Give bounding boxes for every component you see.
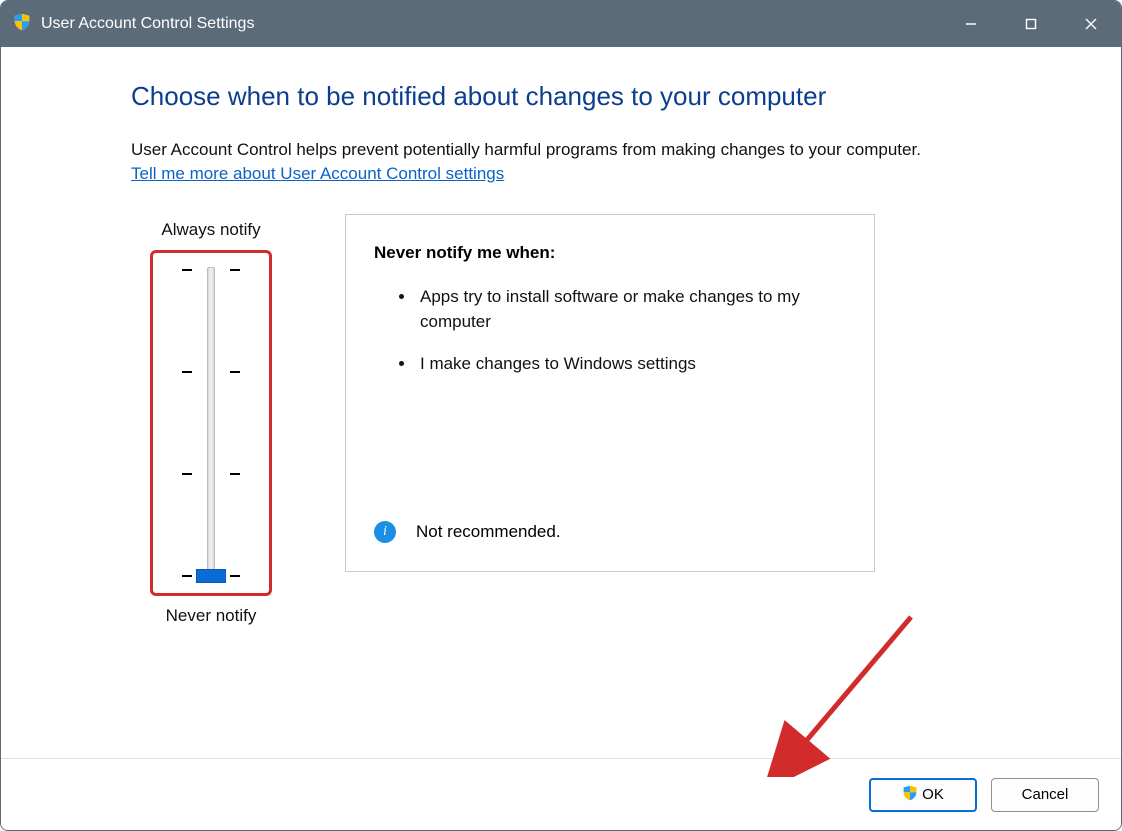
help-link[interactable]: Tell me more about User Account Control … (131, 164, 504, 184)
slider-tick (186, 269, 236, 271)
slider-track-line (207, 267, 215, 579)
recommendation-text: Not recommended. (416, 522, 561, 542)
notification-slider-column: Always notify Never notify (131, 214, 291, 636)
cancel-button-label: Cancel (1022, 786, 1069, 803)
titlebar: User Account Control Settings (1, 1, 1121, 47)
shield-icon (13, 13, 31, 36)
panel-heading: Never notify me when: (374, 243, 846, 263)
ok-button[interactable]: OK (869, 778, 977, 812)
dialog-footer: OK Cancel (1, 758, 1121, 830)
cancel-button[interactable]: Cancel (991, 778, 1099, 812)
slider-thumb[interactable] (196, 569, 226, 583)
notification-detail-panel: Never notify me when: Apps try to instal… (345, 214, 875, 572)
info-icon: i (374, 521, 396, 543)
panel-bullets: Apps try to install software or make cha… (374, 285, 846, 395)
window-title: User Account Control Settings (41, 15, 254, 33)
panel-bullet: I make changes to Windows settings (416, 352, 846, 377)
close-button[interactable] (1061, 1, 1121, 47)
panel-bullet: Apps try to install software or make cha… (416, 285, 846, 334)
notification-slider[interactable] (186, 267, 236, 579)
shield-icon (902, 785, 918, 805)
slider-tick (186, 473, 236, 475)
page-description: User Account Control helps prevent poten… (131, 140, 1061, 160)
slider-highlight-frame (150, 250, 272, 596)
maximize-button[interactable] (1001, 1, 1061, 47)
uac-settings-window: User Account Control Settings Choose whe… (0, 0, 1122, 831)
body-row: Always notify Never notify Never notify … (131, 214, 1061, 636)
page-heading: Choose when to be notified about changes… (131, 81, 1061, 112)
window-controls (941, 1, 1121, 47)
slider-tick (186, 371, 236, 373)
ok-button-label: OK (922, 786, 944, 803)
minimize-button[interactable] (941, 1, 1001, 47)
content-area: Choose when to be notified about changes… (1, 47, 1121, 758)
slider-top-label: Always notify (131, 220, 291, 240)
recommendation-row: i Not recommended. (374, 521, 846, 551)
slider-bottom-label: Never notify (131, 606, 291, 626)
